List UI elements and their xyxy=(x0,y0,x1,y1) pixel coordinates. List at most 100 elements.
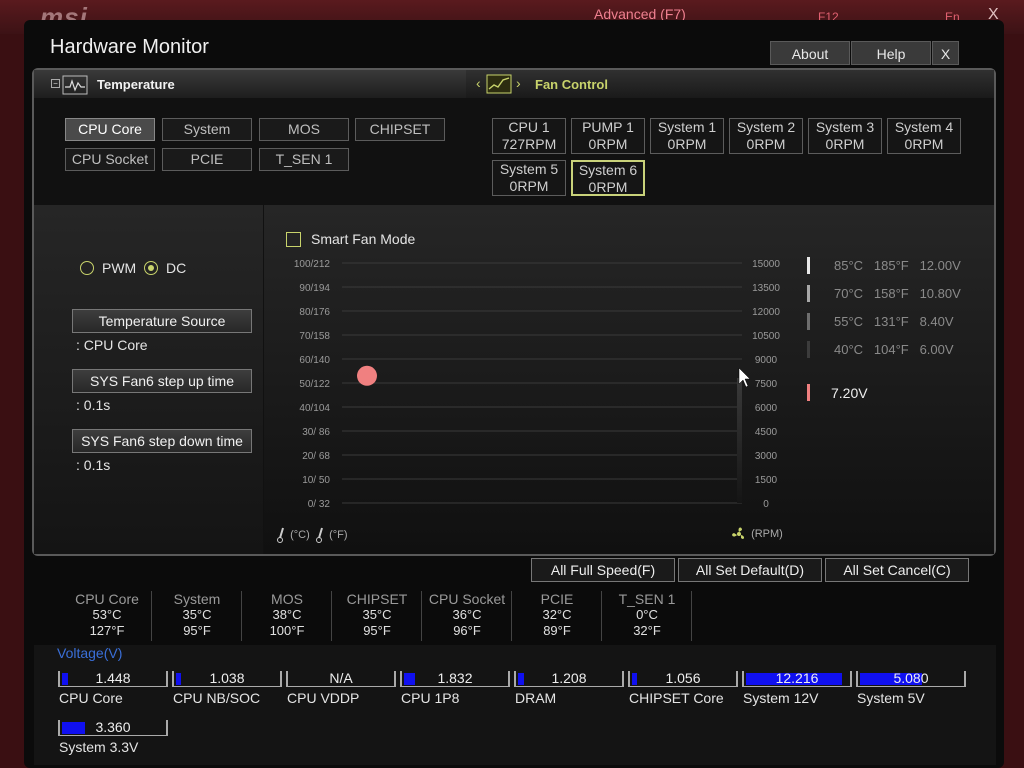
fahrenheit-unit-label: (°F) xyxy=(329,528,348,541)
all-full-speed-button[interactable]: All Full Speed(F) xyxy=(531,558,675,582)
celsius-unit: (°C) xyxy=(277,527,310,543)
voltage-name: CPU 1P8 xyxy=(401,690,460,706)
smart-fan-mode-checkbox[interactable] xyxy=(286,232,301,247)
temp-name: CPU Core xyxy=(75,591,139,607)
fan-name: PUMP 1 xyxy=(582,119,634,135)
fan-rpm: 0RPM xyxy=(509,178,549,194)
legend-c: 85°C xyxy=(834,258,864,273)
temperature-graph-icon xyxy=(62,75,88,95)
voltage-name: CPU VDDP xyxy=(287,690,360,706)
temp-c: 35°C xyxy=(182,607,212,622)
fan-rpm: 0RPM xyxy=(825,136,865,152)
legend-c: 40°C xyxy=(834,342,864,357)
source-t-sen-1[interactable]: T_SEN 1 xyxy=(259,148,349,171)
temp-name: PCIE xyxy=(540,591,574,607)
step-up-time-value: : 0.1s xyxy=(76,397,111,413)
legend-v: 12.00V xyxy=(919,258,961,273)
thermometer-icon xyxy=(277,527,284,543)
smart-fan-mode-label: Smart Fan Mode xyxy=(311,231,416,247)
help-button[interactable]: Help xyxy=(851,41,931,65)
fan-system-1[interactable]: System 1 0RPM xyxy=(650,118,724,154)
temp-f: 32°F xyxy=(633,623,661,638)
close-button[interactable]: X xyxy=(932,41,959,65)
pwm-radio[interactable] xyxy=(80,261,94,275)
legend-v: 10.80V xyxy=(919,286,961,301)
fan-name: System 6 xyxy=(578,162,638,178)
voltage-value: 1.832 xyxy=(437,670,473,686)
celsius-unit-label: (°C) xyxy=(290,528,310,541)
chevron-left-icon: ‹ xyxy=(476,75,481,91)
temp-name: CHIPSET xyxy=(346,591,408,607)
temp-f: 95°F xyxy=(363,623,391,638)
temp-readout-system: System 35°C 95°F xyxy=(153,591,242,641)
fan-system-3[interactable]: System 3 0RPM xyxy=(808,118,882,154)
temp-c: 36°C xyxy=(452,607,482,622)
legend-marker-55 xyxy=(807,313,810,330)
legend-f: 158°F xyxy=(873,286,909,301)
legend-f: 104°F xyxy=(873,342,909,357)
source-cpu-core[interactable]: CPU Core xyxy=(65,118,155,141)
step-down-time-button[interactable]: SYS Fan6 step down time xyxy=(72,429,252,453)
legend-v: 6.00V xyxy=(919,342,954,357)
fan-system-6[interactable]: System 6 0RPM xyxy=(571,160,645,196)
fan-system-2[interactable]: System 2 0RPM xyxy=(729,118,803,154)
voltage-name: CPU Core xyxy=(59,690,123,706)
voltage-value: 3.360 xyxy=(95,719,131,735)
temp-c: 38°C xyxy=(272,607,302,622)
temp-readout-chipset: CHIPSET 35°C 95°F xyxy=(333,591,422,641)
temp-c: 35°C xyxy=(362,607,392,622)
temp-f: 100°F xyxy=(269,623,305,638)
voltage-name: CHIPSET Core xyxy=(629,690,724,706)
legend-f: 185°F xyxy=(873,258,909,273)
collapse-icon: − xyxy=(51,79,60,88)
temp-name: T_SEN 1 xyxy=(618,591,676,607)
temp-name: MOS xyxy=(271,591,303,607)
tab-fan-control[interactable]: ‹ › Fan Control xyxy=(466,70,994,98)
source-chipset[interactable]: CHIPSET xyxy=(355,118,445,141)
legend-row-85: 85°C 185°F 12.00V xyxy=(834,258,961,273)
fan-rpm: 0RPM xyxy=(904,136,944,152)
fan-graph-icon xyxy=(486,74,512,94)
temperature-source-button[interactable]: Temperature Source xyxy=(72,309,252,333)
fan-system-5[interactable]: System 5 0RPM xyxy=(492,160,566,196)
rpm-unit-label: (RPM) xyxy=(751,527,783,540)
voltage-value: 1.038 xyxy=(209,670,245,686)
fan-system-4[interactable]: System 4 0RPM xyxy=(887,118,961,154)
fan-name: System 4 xyxy=(894,119,954,135)
temp-c: 53°C xyxy=(92,607,122,622)
source-pcie[interactable]: PCIE xyxy=(162,148,252,171)
temp-readout-t-sen-1: T_SEN 1 0°C 32°F xyxy=(603,591,692,641)
voltage-value: 5.080 xyxy=(893,670,929,686)
temp-readout-mos: MOS 38°C 100°F xyxy=(243,591,332,641)
tab-fan-control-label: Fan Control xyxy=(535,77,608,92)
all-set-default-button[interactable]: All Set Default(D) xyxy=(678,558,822,582)
rpm-unit: (RPM) xyxy=(730,526,783,542)
all-set-cancel-button[interactable]: All Set Cancel(C) xyxy=(825,558,969,582)
voltage-value: 12.216 xyxy=(775,670,819,686)
source-mos[interactable]: MOS xyxy=(259,118,349,141)
fan-icon xyxy=(732,527,745,539)
fan-pump-1[interactable]: PUMP 1 0RPM xyxy=(571,118,645,154)
about-button[interactable]: About xyxy=(770,41,850,65)
fan-name: System 1 xyxy=(657,119,717,135)
current-voltage-marker xyxy=(807,384,810,401)
pwm-label: PWM xyxy=(102,260,137,276)
step-up-time-button[interactable]: SYS Fan6 step up time xyxy=(72,369,252,393)
source-cpu-socket[interactable]: CPU Socket xyxy=(65,148,155,171)
voltage-name: CPU NB/SOC xyxy=(173,690,261,706)
voltage-name: System 3.3V xyxy=(59,739,139,755)
legend-marker-40 xyxy=(807,341,810,358)
source-system[interactable]: System xyxy=(162,118,252,141)
legend-c: 70°C xyxy=(834,286,864,301)
voltage-value: 1.056 xyxy=(665,670,701,686)
fan-cpu-1[interactable]: CPU 1 727RPM xyxy=(492,118,566,154)
dc-label: DC xyxy=(166,260,187,276)
fan-rpm: 0RPM xyxy=(746,136,786,152)
voltage-value: 1.208 xyxy=(551,670,587,686)
tab-temperature[interactable]: − Temperature xyxy=(34,70,464,98)
fan-name: System 3 xyxy=(815,119,875,135)
voltage-title: Voltage(V) xyxy=(57,645,123,661)
dc-radio[interactable] xyxy=(144,261,158,275)
temperature-source-value: : CPU Core xyxy=(76,337,148,353)
temp-name: CPU Socket xyxy=(428,591,506,607)
